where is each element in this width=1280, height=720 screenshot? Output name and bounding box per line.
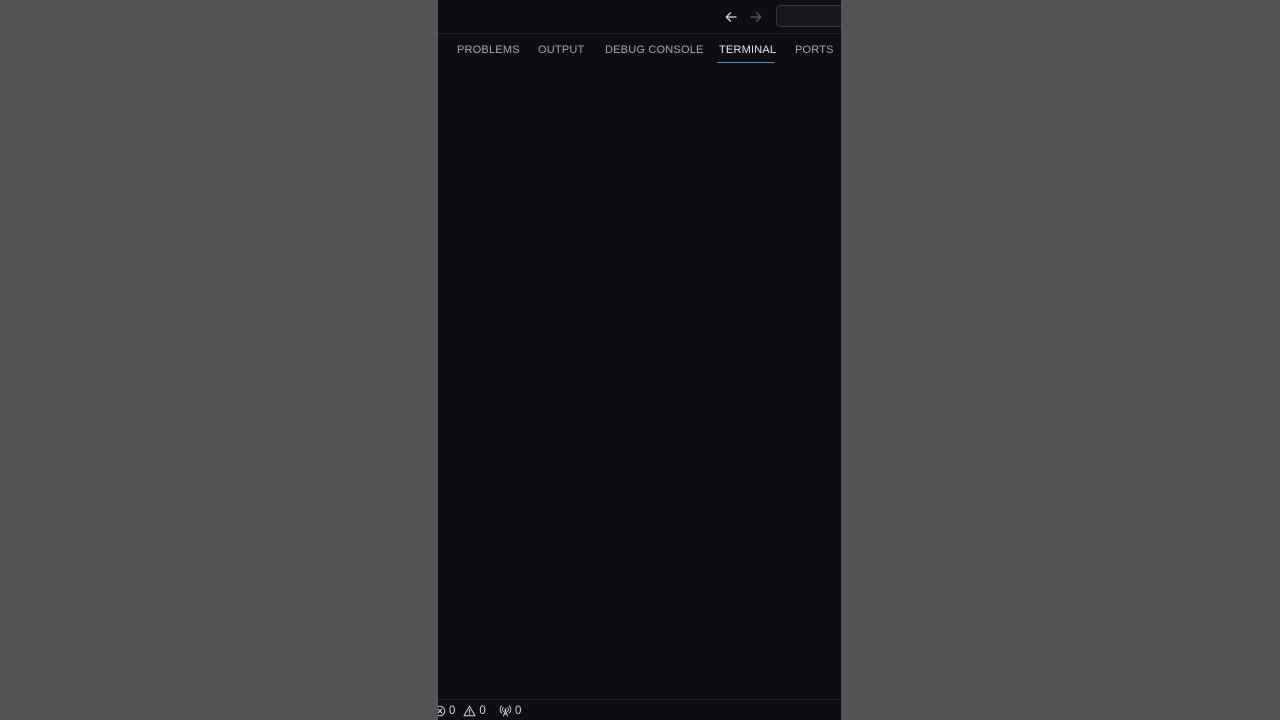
panel-tab-bar: PROBLEMS OUTPUT DEBUG CONSOLE TERMINAL P… bbox=[438, 34, 841, 68]
tab-output[interactable]: OUTPUT bbox=[538, 44, 584, 56]
letterbox-right bbox=[841, 0, 1280, 720]
tab-terminal[interactable]: TERMINAL bbox=[719, 44, 776, 56]
error-circle-icon bbox=[438, 705, 446, 716]
terminal-panel[interactable] bbox=[438, 68, 841, 699]
error-count: 0 bbox=[449, 704, 456, 717]
title-bar bbox=[438, 0, 841, 34]
ports-status[interactable]: 0 bbox=[499, 703, 521, 718]
arrow-left-icon bbox=[725, 12, 737, 22]
warning-count: 0 bbox=[479, 704, 486, 717]
tab-debug-console[interactable]: DEBUG CONSOLE bbox=[605, 44, 704, 56]
arrow-right-icon bbox=[750, 12, 762, 22]
editor-window: PROBLEMS OUTPUT DEBUG CONSOLE TERMINAL P… bbox=[438, 0, 841, 720]
forward-button[interactable] bbox=[747, 8, 765, 26]
warning-triangle-icon bbox=[463, 705, 476, 716]
command-center-search[interactable] bbox=[776, 5, 841, 27]
tab-ports[interactable]: PORTS bbox=[795, 44, 834, 56]
active-tab-indicator bbox=[717, 62, 774, 63]
ports-count: 0 bbox=[515, 704, 522, 717]
back-button[interactable] bbox=[722, 8, 740, 26]
radio-tower-icon bbox=[499, 705, 512, 716]
tab-problems[interactable]: PROBLEMS bbox=[457, 44, 520, 56]
letterbox-left bbox=[0, 0, 438, 720]
status-bar: 0 0 0 bbox=[438, 699, 841, 720]
problems-status[interactable]: 0 0 bbox=[438, 703, 486, 718]
